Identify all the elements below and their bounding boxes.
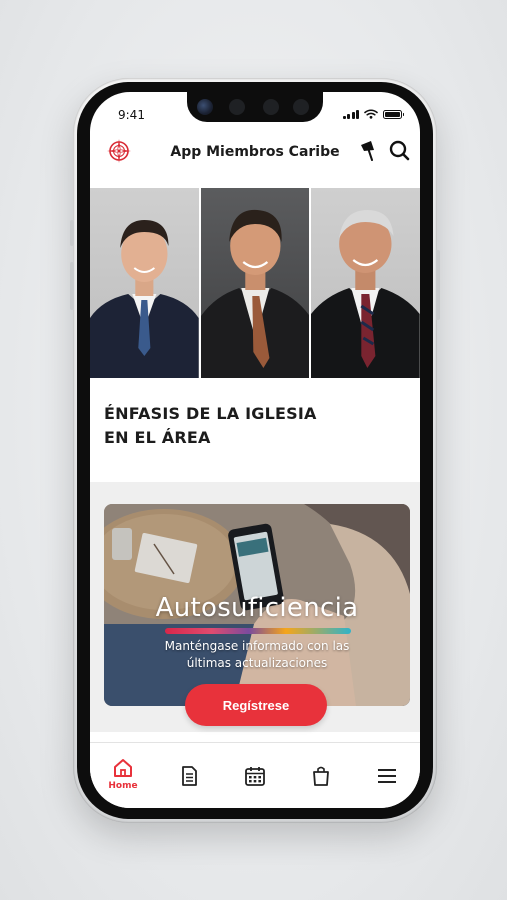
bottom-tab-bar: Home: [90, 742, 420, 808]
banner-accent-stripe: [165, 628, 351, 634]
bag-icon: [313, 766, 329, 786]
banner-subtitle-line-2: últimas actualizaciones: [186, 656, 328, 670]
emphasis-title: ÉNFASIS DE LA IGLESIA EN EL ÁREA: [104, 402, 364, 450]
sensor-icon: [263, 99, 279, 115]
tab-home[interactable]: Home: [101, 757, 145, 791]
notch: [187, 92, 323, 122]
leader-photo-3: [311, 188, 420, 378]
side-button-left-2: [70, 262, 74, 310]
search-icon[interactable]: [388, 139, 410, 161]
leader-photo-1: [90, 188, 199, 378]
tab-store[interactable]: [299, 757, 343, 787]
app-screen: 9:41 App Miembros Caribe ÉNFASIS DE LA I…: [90, 92, 420, 808]
tab-documents[interactable]: [167, 757, 211, 787]
camera-icon: [197, 99, 213, 115]
sensor-icon: [293, 99, 309, 115]
tab-home-label: Home: [108, 781, 138, 791]
emphasis-title-line-1: ÉNFASIS DE LA IGLESIA: [104, 404, 317, 423]
menu-icon: [378, 769, 396, 783]
banner-subtitle: Manténgase informado con las últimas act…: [104, 638, 410, 672]
status-icons: [342, 109, 404, 119]
wifi-icon: [364, 109, 378, 119]
side-button-left-1: [70, 220, 74, 246]
register-button[interactable]: Regístrese: [185, 684, 327, 726]
self-reliance-banner[interactable]: Autosuficiencia Manténgase informado con…: [104, 504, 410, 706]
tab-menu[interactable]: [365, 757, 409, 787]
emphasis-title-line-2: EN EL ÁREA: [104, 428, 211, 447]
banner-subtitle-line-1: Manténgase informado con las: [164, 639, 350, 653]
flag-icon[interactable]: [358, 139, 380, 161]
banner-title: Autosuficiencia: [155, 593, 359, 623]
sensor-icon: [229, 99, 245, 115]
leader-photo-2: [200, 188, 310, 378]
side-button-right: [436, 250, 440, 320]
status-time: 9:41: [118, 108, 145, 122]
battery-icon: [383, 110, 404, 119]
leaders-photo-strip: [90, 188, 420, 378]
signal-icon: [342, 110, 359, 119]
calendar-icon: [245, 767, 265, 786]
home-icon: [114, 759, 132, 777]
document-icon: [182, 766, 197, 786]
tab-calendar[interactable]: [233, 757, 277, 787]
app-header: App Miembros Caribe: [90, 132, 420, 188]
